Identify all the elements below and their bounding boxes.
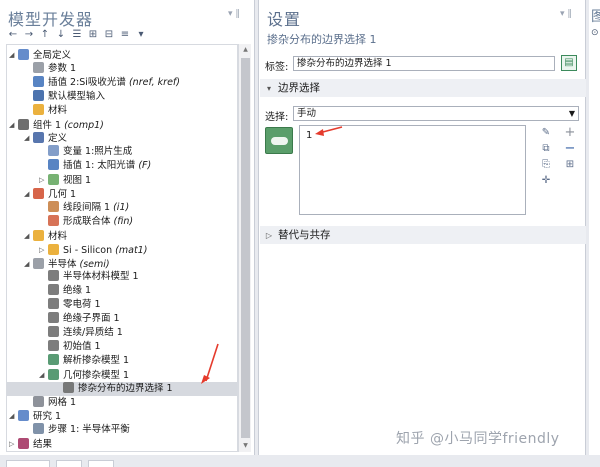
annotation-arrowhead-list: [315, 129, 324, 136]
annotation-arrows: [201, 126, 343, 384]
annotation-arrow-tree: [205, 343, 219, 382]
annotation-arrowhead-tree: [201, 375, 210, 384]
